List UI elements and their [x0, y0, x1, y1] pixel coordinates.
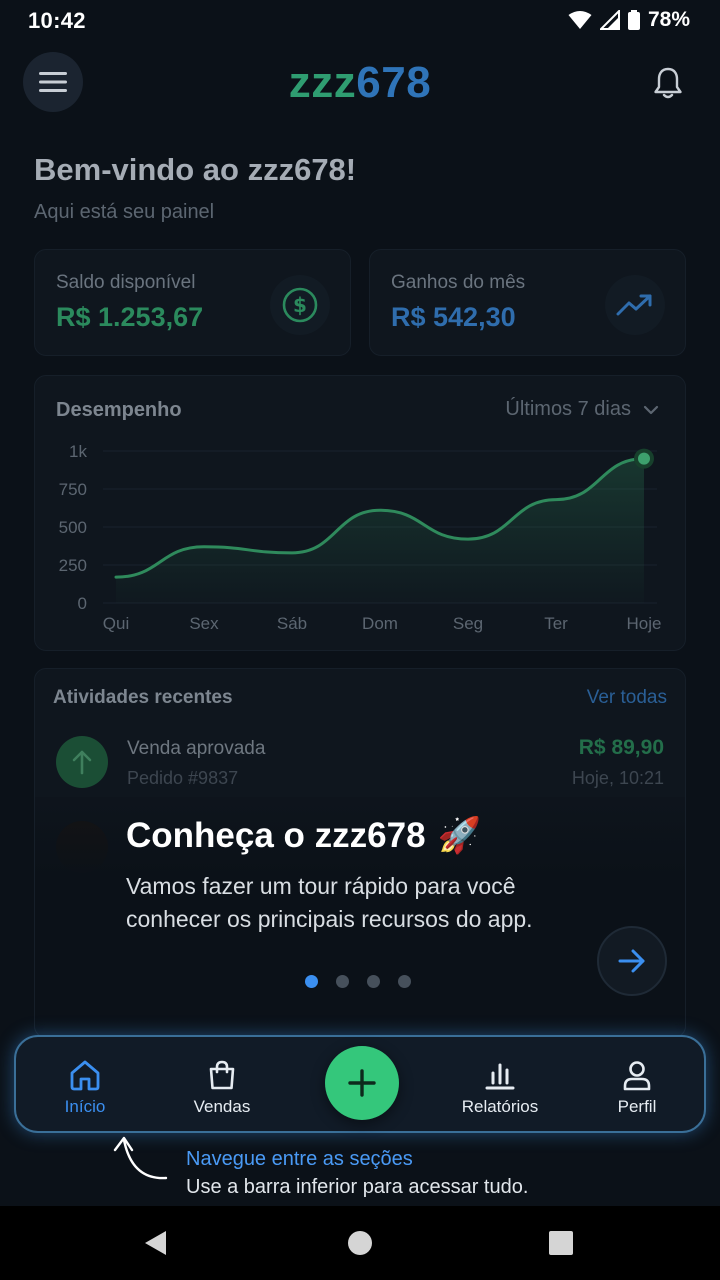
view-all-link[interactable]: Ver todas	[587, 687, 667, 709]
data-point	[638, 452, 650, 465]
y-tick-label: 750	[59, 480, 87, 499]
y-tick-label: 500	[59, 518, 87, 537]
page-title: Bem-vindo ao zzz678!	[34, 152, 357, 187]
x-tick-label: Qui	[103, 614, 129, 633]
dollar-circle-icon: $	[270, 275, 330, 335]
notifications-button[interactable]	[645, 60, 691, 106]
back-triangle-icon	[145, 1231, 166, 1255]
y-tick-label: 1k	[69, 442, 87, 461]
system-navigation-bar	[0, 1206, 720, 1280]
trending-up-icon	[605, 275, 665, 335]
arrow-right-icon	[618, 949, 645, 973]
x-tick-label: Ter	[544, 614, 568, 633]
x-tick-label: Sex	[189, 614, 219, 633]
cell-signal-icon	[599, 10, 620, 30]
nav-item-vendas[interactable]: Vendas	[167, 1059, 277, 1117]
arrow-up-icon	[56, 736, 108, 788]
tour-title-text: Conheça o zzz678	[126, 815, 426, 855]
activity-name: Venda aprovada	[127, 738, 266, 759]
status-time: 10:42	[28, 8, 86, 33]
activity-order: Pedido #9837	[127, 768, 239, 788]
plus-icon	[348, 1069, 376, 1097]
app-logo: zzz678	[0, 58, 720, 108]
tour-dot	[305, 975, 318, 988]
nav-label-inicio: Início	[64, 1097, 106, 1116]
tour-dot	[367, 975, 380, 988]
status-indicators: 78%	[568, 8, 690, 32]
nav-label-relatorios: Relatórios	[461, 1097, 539, 1116]
home-circle-icon	[348, 1231, 372, 1255]
balance-label: Saldo disponível	[56, 272, 196, 293]
tour-progress-dots	[305, 975, 411, 988]
nav-item-inicio[interactable]: Início	[30, 1059, 140, 1117]
home-system-button[interactable]	[343, 1226, 377, 1260]
wifi-icon	[568, 11, 592, 29]
nav-item-relatorios[interactable]: Relatórios	[445, 1059, 555, 1117]
bell-icon	[654, 67, 682, 99]
x-tick-label: Hoje	[627, 614, 662, 633]
performance-chart: 0 250 500 750 1k Qui Sex Sáb Dom Seg Ter Hoje	[59, 442, 662, 633]
series-area	[116, 458, 644, 603]
earnings-label: Ganhos do mês	[391, 272, 526, 293]
hint-title: Navegue entre as seções	[186, 1148, 413, 1170]
tour-dot	[398, 975, 411, 988]
home-icon	[70, 1060, 100, 1091]
page-subtitle: Aqui está seu painel	[34, 201, 215, 223]
recents-button[interactable]	[544, 1226, 578, 1260]
user-icon	[623, 1061, 651, 1091]
x-tick-label: Sáb	[277, 614, 307, 633]
performance-card: Desempenho Últimos 7 dias 0 250 500 750 1k Qu…	[34, 375, 686, 651]
rocket-icon: 🚀	[437, 816, 482, 855]
bar-chart-icon	[485, 1063, 515, 1090]
activities-title: Atividades recentes	[53, 687, 233, 708]
status-bar: 10:42 78%	[0, 0, 720, 40]
earnings-value: R$ 542,30	[391, 302, 516, 332]
tour-dot	[336, 975, 349, 988]
logo-letters: zzz	[288, 58, 357, 107]
battery-icon	[627, 10, 640, 30]
tour-description: Vamos fazer um tour rápido para você con…	[126, 873, 533, 932]
nav-label-vendas: Vendas	[193, 1097, 251, 1116]
activity-time: Hoje, 10:21	[571, 768, 664, 788]
shopping-bag-icon	[209, 1060, 235, 1090]
logo-digits: 678	[356, 58, 432, 107]
x-tick-label: Seg	[453, 614, 483, 633]
hint-text: Use a barra inferior para acessar tudo.	[186, 1176, 529, 1198]
y-tick-label: 250	[59, 556, 87, 575]
recents-square-icon	[549, 1231, 573, 1255]
monthly-earnings-card[interactable]: Ganhos do mês R$ 542,30	[369, 249, 686, 356]
y-tick-label: 0	[78, 594, 87, 613]
add-button[interactable]	[325, 1046, 399, 1120]
back-button[interactable]	[138, 1226, 172, 1260]
nav-item-perfil[interactable]: Perfil	[582, 1059, 692, 1117]
battery-level: 78%	[647, 8, 690, 31]
tour-title: Conheça o zzz678 🚀	[126, 815, 481, 856]
balance-card[interactable]: Saldo disponível R$ 1.253,67 $	[34, 249, 351, 356]
balance-value: R$ 1.253,67	[56, 302, 204, 332]
bottom-navigation: Início Vendas Relatórios Perfil	[14, 1035, 706, 1133]
x-tick-label: Dom	[362, 614, 398, 633]
activity-amount: R$ 89,90	[578, 736, 664, 759]
svg-text:$: $	[293, 293, 307, 317]
tour-next-button[interactable]	[597, 926, 667, 996]
nav-label-perfil: Perfil	[617, 1097, 657, 1116]
curved-arrow-icon	[113, 1136, 168, 1180]
